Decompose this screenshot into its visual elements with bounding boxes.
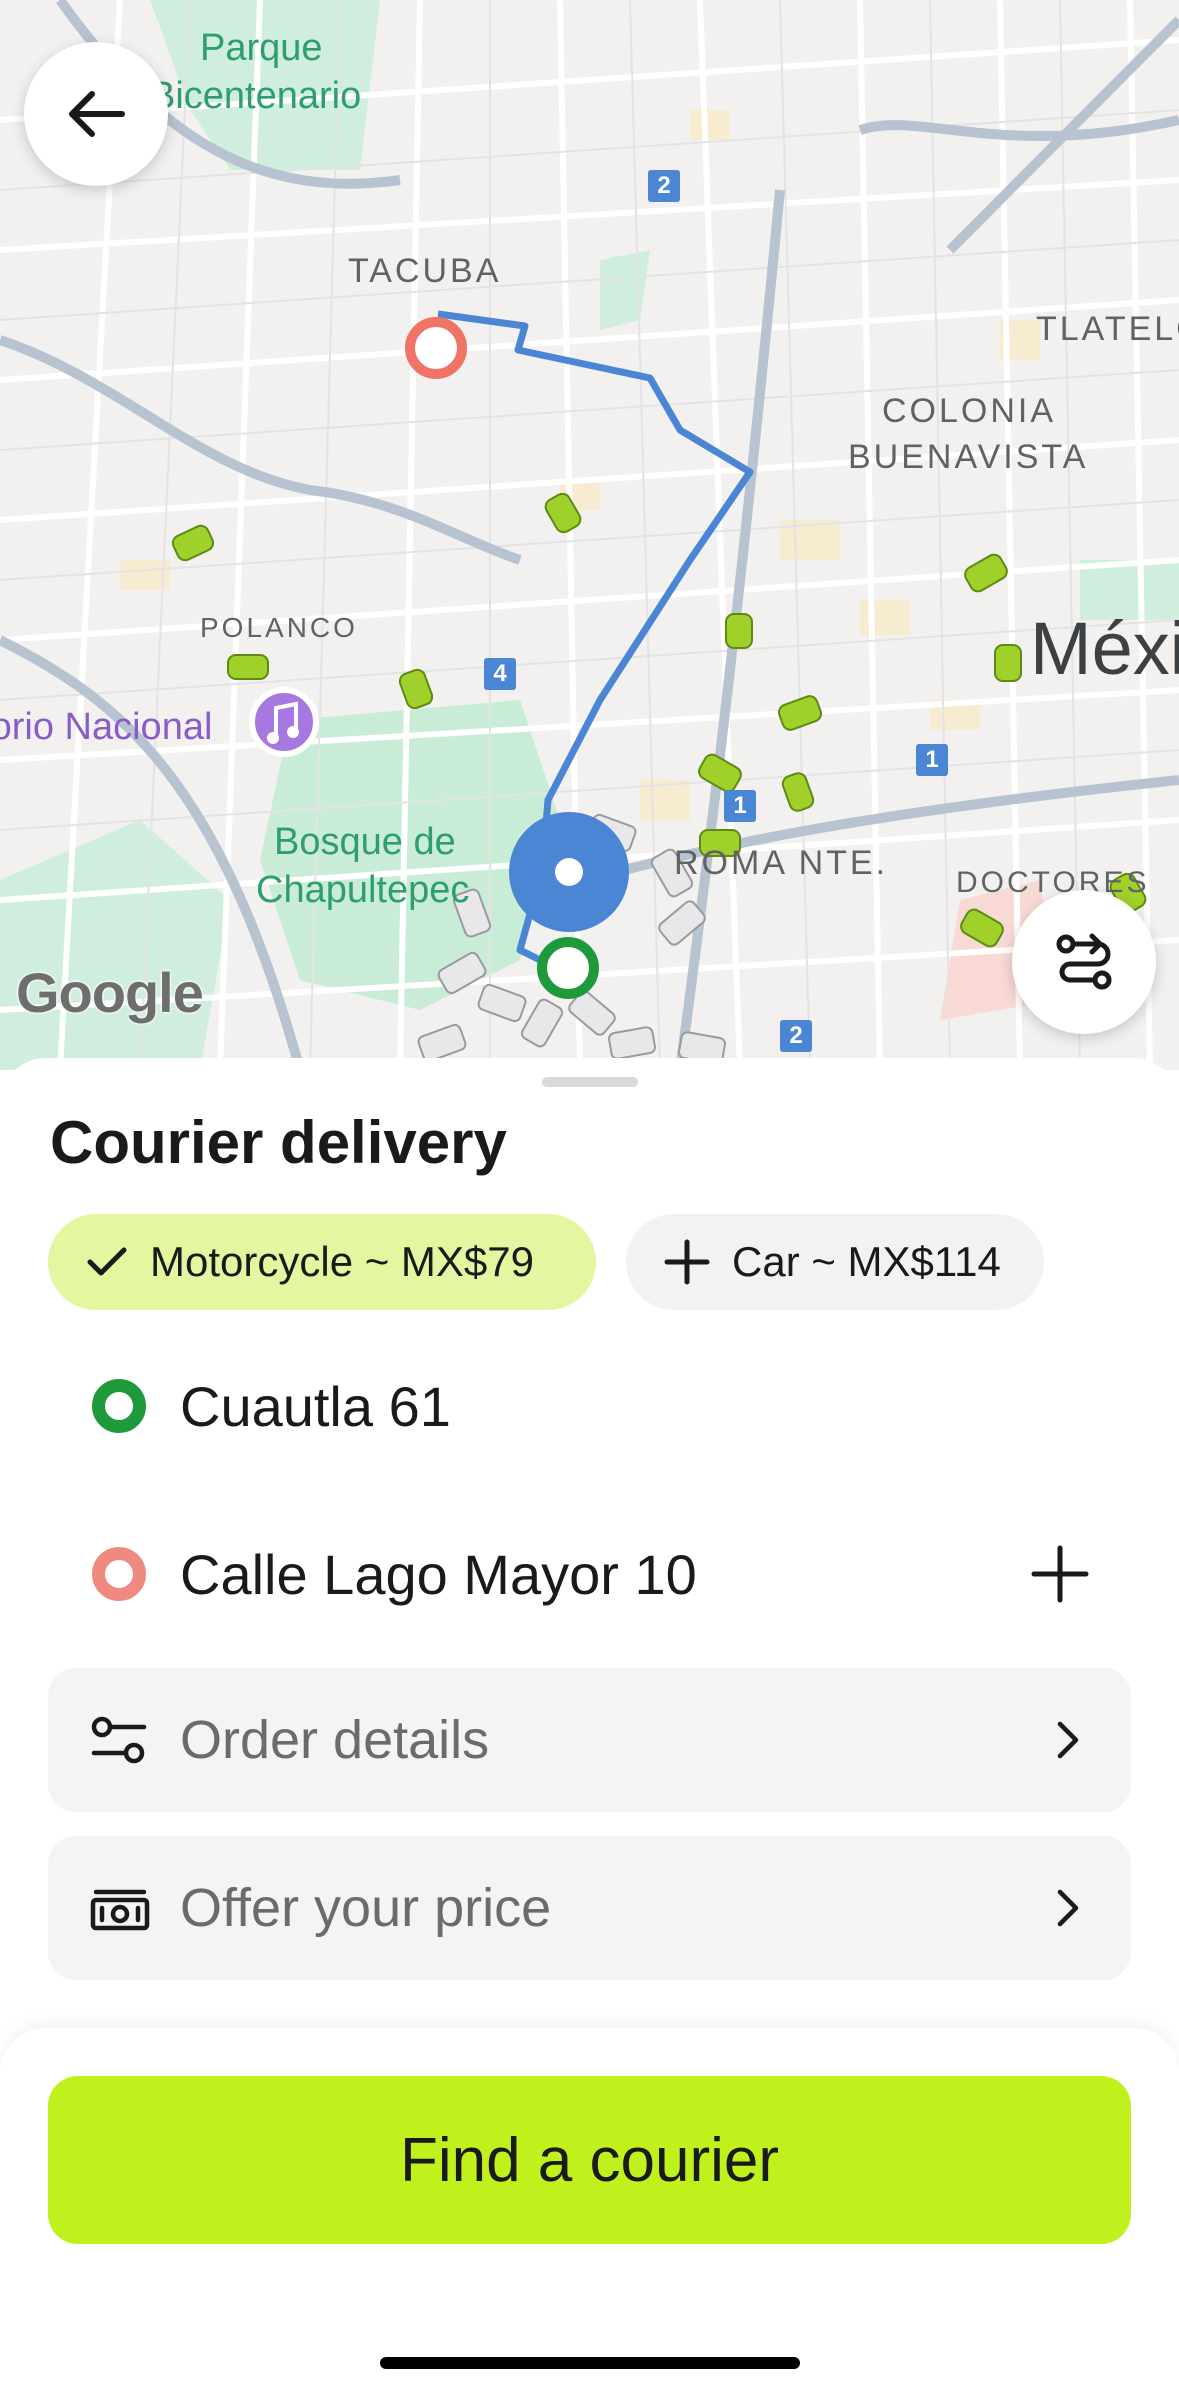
map-label: ROMA NTE.	[674, 844, 889, 882]
dropoff-marker	[405, 317, 467, 379]
chevron-right-icon	[1057, 1721, 1079, 1759]
pickup-address-field[interactable]: Cuautla 61	[0, 1346, 1179, 1466]
map-label: BUENAVISTA	[848, 438, 1089, 476]
map-label: DOCTORES	[956, 866, 1150, 899]
map-label: POLANCO	[200, 612, 358, 643]
pickup-address: Cuautla 61	[180, 1374, 451, 1438]
venue-pin	[249, 687, 319, 757]
map-canvas	[0, 0, 1179, 1070]
offer-price-label: Offer your price	[180, 1878, 552, 1938]
map-label: Bicentenario	[150, 75, 362, 117]
car-option-chip[interactable]: Car ~ MX$114	[626, 1214, 1044, 1310]
highway-badge: 1	[916, 744, 948, 776]
map-label: Parque	[200, 27, 323, 69]
map-label: TLATELOLCO	[1036, 310, 1179, 348]
back-button[interactable]	[24, 42, 168, 186]
map-view[interactable]: Parque Bicentenario TACUBA TLATELOLCO CO…	[0, 0, 1179, 1070]
home-indicator[interactable]	[380, 2357, 800, 2369]
chevron-right-icon	[1057, 1889, 1079, 1927]
map-label: Chapultepec	[256, 869, 470, 911]
map-label: México	[1030, 607, 1179, 690]
highway-badge: 1	[724, 790, 756, 822]
map-label: Auditorio Nacional	[0, 706, 213, 748]
find-courier-button[interactable]: Find a courier	[48, 2076, 1131, 2244]
map-label: COLONIA	[882, 392, 1057, 430]
map-label: Bosque de	[274, 821, 456, 863]
sheet-drag-handle[interactable]	[542, 1077, 638, 1087]
cash-icon	[90, 1889, 150, 1931]
order-details-label: Order details	[180, 1710, 490, 1770]
highway-badge: 2	[780, 1020, 812, 1052]
order-details-row[interactable]: Order details	[48, 1668, 1131, 1812]
highway-badge: 2	[648, 170, 680, 202]
chip-label: Car ~ MX$114	[732, 1238, 1001, 1285]
route-options-button[interactable]	[1012, 890, 1156, 1034]
dropoff-address: Calle Lago Mayor 10	[180, 1542, 697, 1606]
dropoff-address-field[interactable]: Calle Lago Mayor 10	[0, 1514, 1179, 1634]
offer-price-row[interactable]: Offer your price	[48, 1836, 1131, 1980]
chip-label: Motorcycle ~ MX$79	[150, 1238, 534, 1285]
highway-badge: 4	[484, 658, 516, 690]
plus-icon	[664, 1239, 710, 1285]
add-stop-icon[interactable]	[1030, 1544, 1090, 1604]
pickup-dot-icon	[92, 1379, 146, 1433]
map-label: TACUBA	[348, 252, 502, 290]
google-logo: Google	[16, 961, 204, 1024]
sheet-title: Courier delivery	[50, 1109, 507, 1176]
dropoff-dot-icon	[92, 1547, 146, 1601]
route-options-icon	[1056, 933, 1112, 990]
check-icon	[87, 1247, 127, 1276]
sliders-icon	[91, 1716, 147, 1764]
pickup-marker	[537, 937, 599, 999]
arrow-left-icon	[69, 91, 125, 137]
motorcycle-option-chip[interactable]: Motorcycle ~ MX$79	[48, 1214, 596, 1310]
